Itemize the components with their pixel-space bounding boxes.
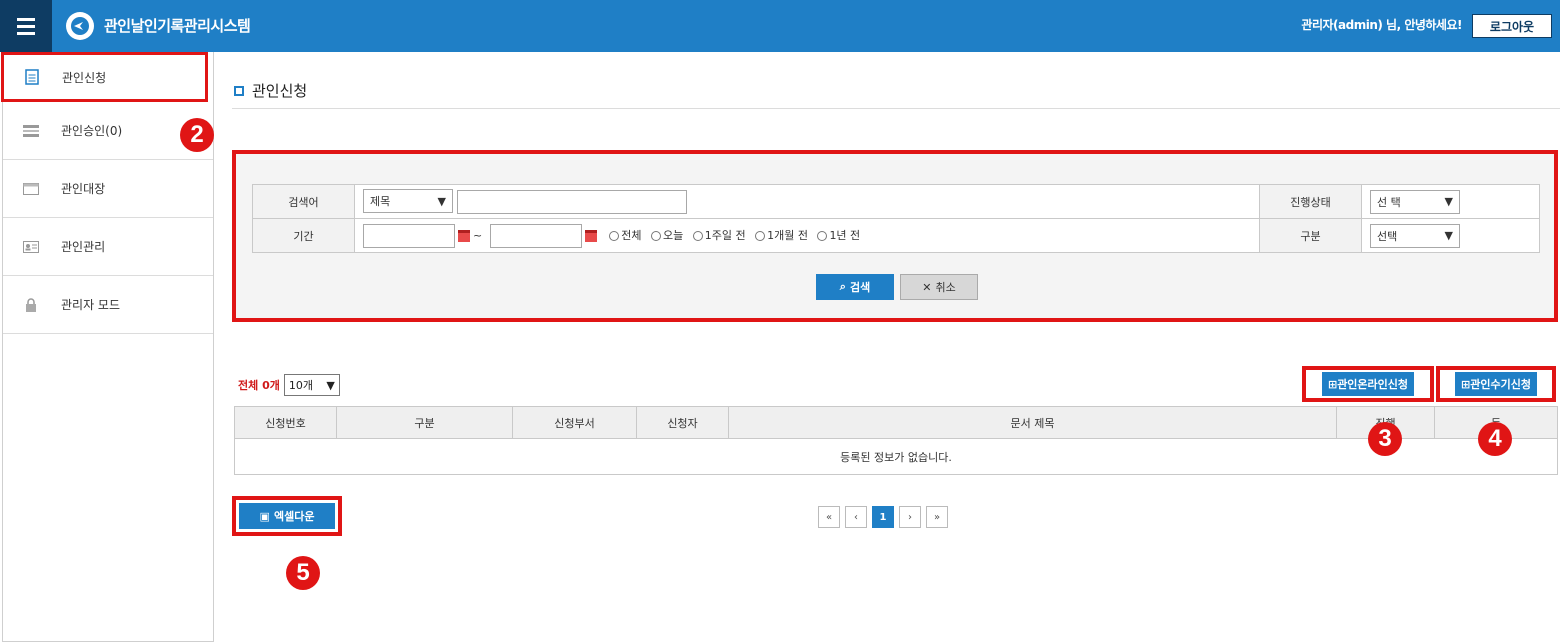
sidebar-item-seal-request[interactable]: 관인신청 bbox=[1, 52, 208, 102]
sidebar-item-label: 관인대장 bbox=[61, 182, 106, 196]
search-icon: ⌕ bbox=[839, 280, 846, 293]
total-count: 전체 0개 10개 ▼ bbox=[238, 374, 340, 396]
prev-page-button[interactable]: ‹ bbox=[845, 506, 867, 528]
close-icon: ✕ bbox=[922, 280, 932, 294]
manual-apply-button[interactable]: ⊞ 관인수기신청 bbox=[1436, 366, 1556, 402]
radio-label: 오늘 bbox=[662, 228, 684, 242]
annotation-marker-2: 2 bbox=[180, 118, 214, 152]
empty-message: 등록된 정보가 없습니다. bbox=[234, 438, 1558, 475]
search-panel: 검색어 제목 ▼ 진행상태 선 택 ▼ 기간 ~ 전체 오늘 1주일 전 1개월… bbox=[232, 150, 1558, 322]
top-bar: 관인날인기록관리시스템 관리자(admin) 님, 안녕하세요! 로그아웃 bbox=[0, 0, 1560, 52]
list-icon bbox=[23, 123, 39, 139]
request-table: 신청번호 구분 신청부서 신청자 문서 제목 진행 등 등록된 정보가 없습니다… bbox=[234, 406, 1558, 475]
user-greeting: 관리자(admin) 님, 안녕하세요! bbox=[1301, 18, 1462, 32]
annotation-marker-4: 4 bbox=[1478, 422, 1512, 456]
column-header: 신청자 bbox=[636, 406, 729, 439]
table-header-row: 신청번호 구분 신청부서 신청자 문서 제목 진행 등 bbox=[234, 406, 1558, 439]
first-page-button[interactable]: « bbox=[818, 506, 840, 528]
annotation-marker-5: 5 bbox=[286, 556, 320, 590]
menu-icon[interactable] bbox=[0, 0, 52, 52]
logo-icon bbox=[66, 12, 94, 40]
lock-icon bbox=[23, 297, 39, 313]
divider bbox=[232, 108, 1560, 109]
type-label: 구분 bbox=[1259, 218, 1362, 253]
type-select[interactable]: 선택 ▼ bbox=[1370, 223, 1460, 248]
period-separator: ~ bbox=[473, 228, 483, 242]
sidebar-item-seal-ledger[interactable]: 관인대장 bbox=[3, 160, 213, 218]
period-radio-year[interactable] bbox=[817, 230, 828, 241]
status-label: 진행상태 bbox=[1259, 184, 1362, 219]
page-number-current[interactable]: 1 bbox=[872, 506, 894, 528]
logout-button[interactable]: 로그아웃 bbox=[1472, 14, 1552, 38]
period-label: 기간 bbox=[252, 218, 355, 253]
annotation-marker-3: 3 bbox=[1368, 422, 1402, 456]
pagination: « ‹ 1 › » bbox=[818, 506, 948, 528]
search-form: 검색어 제목 ▼ 진행상태 선 택 ▼ 기간 ~ 전체 오늘 1주일 전 1개월… bbox=[252, 184, 1540, 253]
column-header: 신청부서 bbox=[512, 406, 637, 439]
chevron-down-icon: ▼ bbox=[1444, 229, 1453, 242]
radio-label: 1주일 전 bbox=[704, 228, 746, 242]
sidebar-item-label: 관인승인(0) bbox=[61, 124, 123, 138]
column-header: 문서 제목 bbox=[728, 406, 1337, 439]
add-icon: ⊞ bbox=[1461, 377, 1471, 391]
period-radio-week[interactable] bbox=[692, 230, 703, 241]
ledger-icon bbox=[23, 181, 39, 197]
keyword-type-select[interactable]: 제목 ▼ bbox=[363, 189, 453, 213]
start-date-input[interactable] bbox=[363, 223, 455, 248]
sidebar-item-label: 관인신청 bbox=[62, 70, 107, 85]
column-header: 구분 bbox=[336, 406, 513, 439]
radio-label: 1년 전 bbox=[829, 228, 861, 242]
radio-label: 전체 bbox=[621, 228, 642, 242]
sidebar-item-admin-mode[interactable]: 관리자 모드 bbox=[3, 276, 213, 334]
status-select[interactable]: 선 택 ▼ bbox=[1370, 189, 1460, 214]
sidebar-item-label: 관리자 모드 bbox=[61, 298, 121, 312]
calendar-icon[interactable] bbox=[458, 229, 470, 242]
app-title[interactable]: 관인날인기록관리시스템 bbox=[104, 15, 251, 36]
page-title: 관인신청 bbox=[234, 80, 307, 101]
last-page-button[interactable]: » bbox=[926, 506, 948, 528]
page-title-text: 관인신청 bbox=[252, 82, 308, 100]
column-header: 신청번호 bbox=[234, 406, 337, 439]
period-radio-today[interactable] bbox=[650, 230, 661, 241]
keyword-label: 검색어 bbox=[252, 184, 355, 219]
page-size-select[interactable]: 10개 ▼ bbox=[283, 374, 340, 396]
search-button[interactable]: ⌕ 검색 bbox=[816, 274, 894, 300]
sidebar-item-label: 관인관리 bbox=[61, 240, 106, 254]
add-icon: ⊞ bbox=[1327, 377, 1338, 391]
excel-icon: ▣ bbox=[259, 509, 270, 523]
end-date-input[interactable] bbox=[489, 223, 582, 248]
radio-label: 1개월 전 bbox=[767, 228, 808, 242]
document-icon bbox=[24, 69, 40, 85]
next-page-button[interactable]: › bbox=[899, 506, 921, 528]
calendar-icon[interactable] bbox=[584, 229, 597, 242]
chevron-down-icon: ▼ bbox=[1444, 195, 1453, 208]
id-card-icon bbox=[23, 239, 39, 255]
table-row: 등록된 정보가 없습니다. bbox=[234, 438, 1558, 475]
online-apply-button[interactable]: ⊞ 관인온라인신청 bbox=[1302, 366, 1434, 402]
chevron-down-icon: ▼ bbox=[326, 378, 335, 392]
cancel-button[interactable]: ✕ 취소 bbox=[900, 274, 978, 300]
excel-download-button[interactable]: ▣ 엑셀다운 bbox=[232, 496, 342, 536]
square-bullet-icon bbox=[234, 85, 244, 96]
keyword-input[interactable] bbox=[456, 190, 687, 214]
chevron-down-icon: ▼ bbox=[437, 194, 446, 208]
period-radio-all[interactable] bbox=[609, 230, 620, 241]
period-radio-month[interactable] bbox=[755, 230, 766, 241]
sidebar-item-seal-management[interactable]: 관인관리 bbox=[3, 218, 213, 276]
